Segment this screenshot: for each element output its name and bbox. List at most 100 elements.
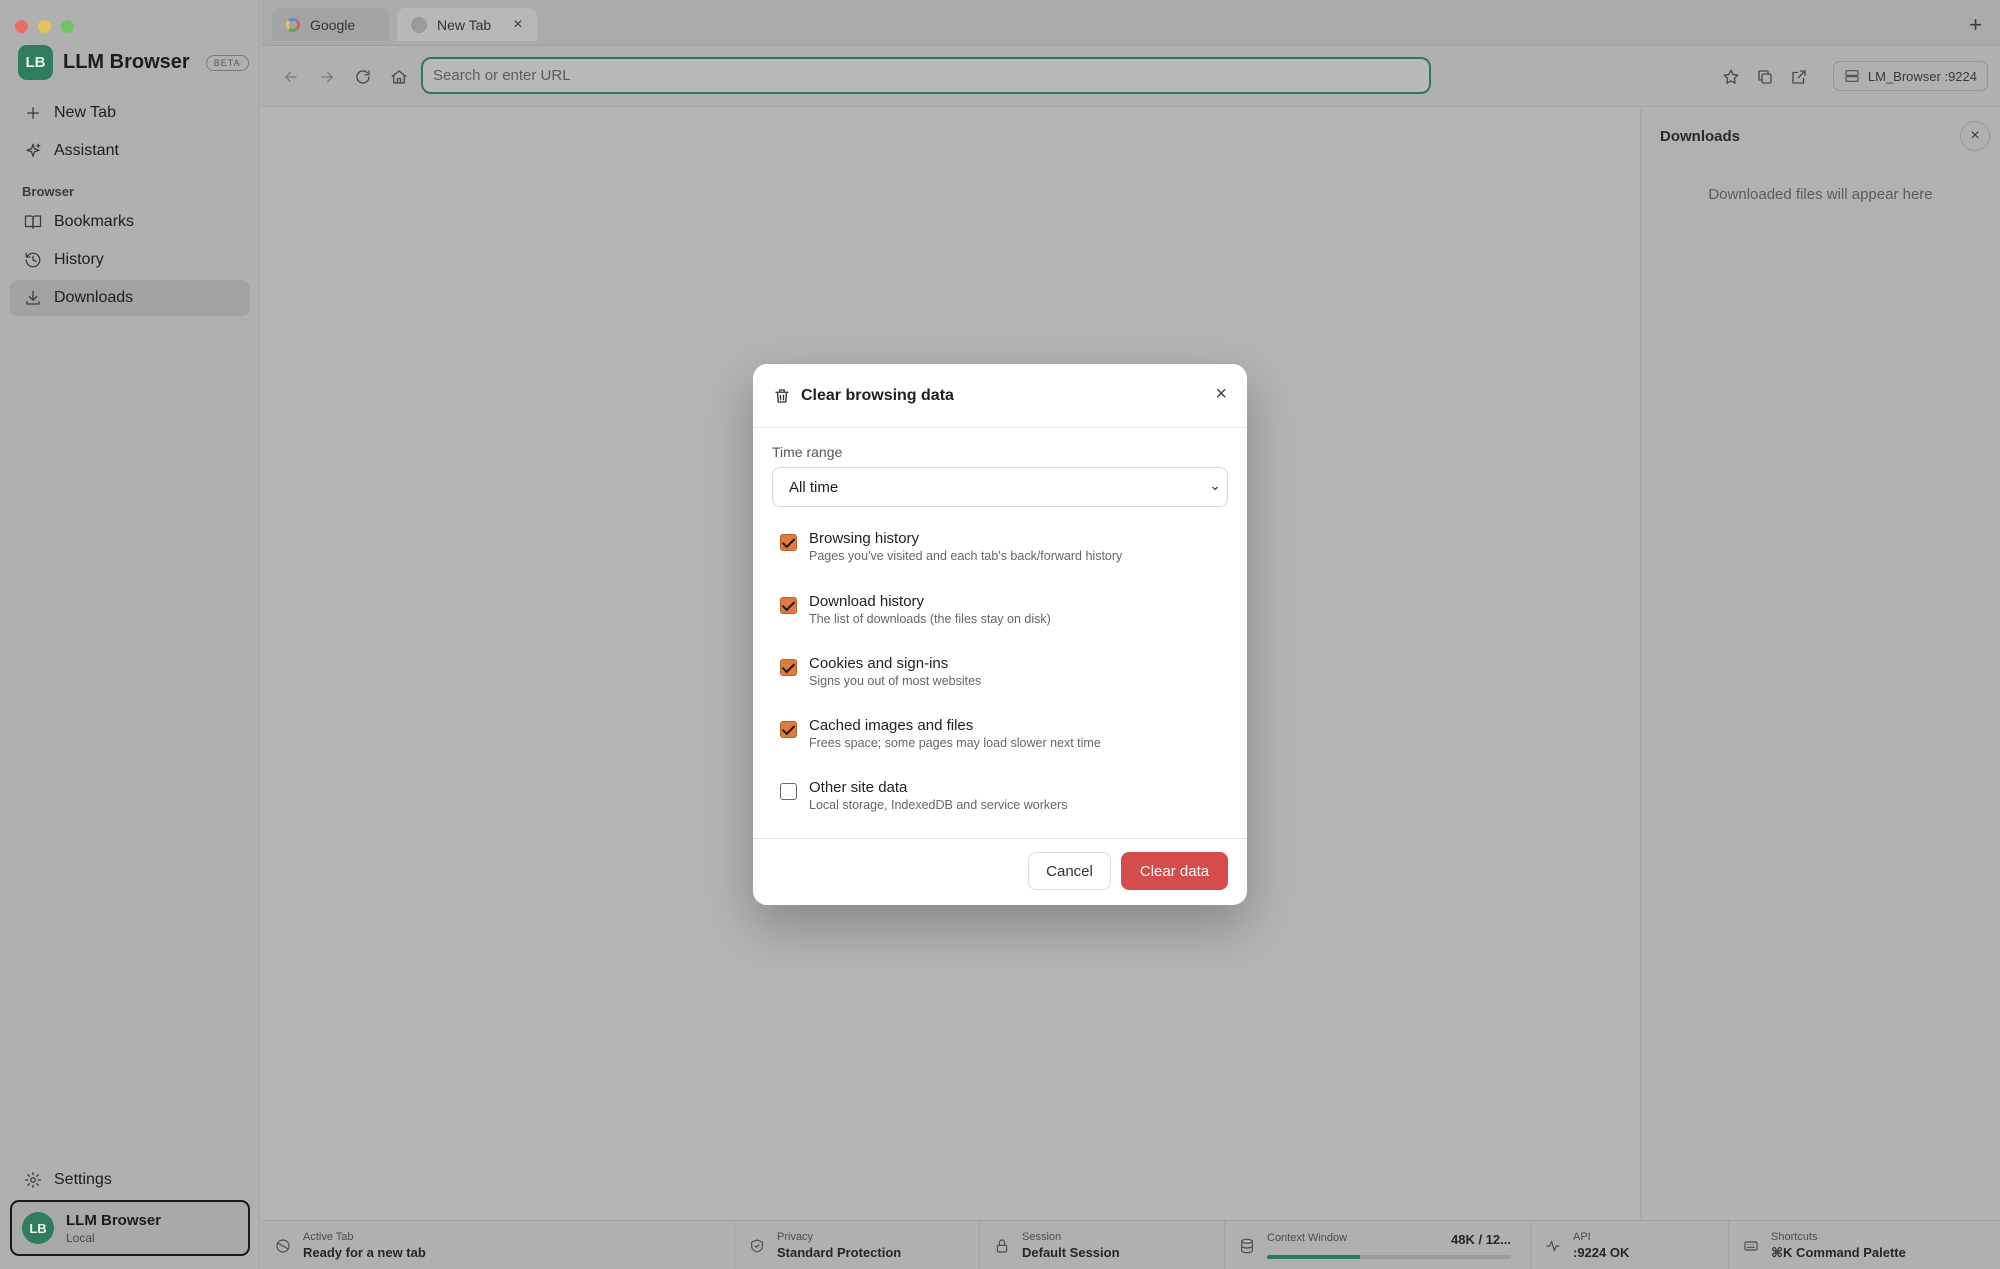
clear-data-button[interactable]: Clear data <box>1121 852 1228 890</box>
duplicate-tab-button[interactable] <box>1754 66 1776 88</box>
open-external-button[interactable] <box>1788 66 1810 88</box>
reload-button[interactable] <box>352 66 374 88</box>
sparkle-icon <box>26 143 41 157</box>
sidebar-item-settings[interactable]: Settings <box>10 1162 250 1198</box>
shield-icon <box>751 1238 763 1253</box>
status-bar: Active Tab Ready for a new tab Privacy S… <box>261 1220 2000 1269</box>
context-progress-fill <box>1267 1255 1360 1259</box>
option-download-history[interactable]: Download history The list of downloads (… <box>780 593 1220 626</box>
status-value: :9224 OK <box>1573 1245 1630 1260</box>
dialog-footer: Cancel Clear data <box>753 838 1247 905</box>
sidebar-item-label: Assistant <box>54 142 119 159</box>
time-range-value: All time <box>789 478 839 496</box>
user-subtitle: Local <box>66 1230 95 1245</box>
status-value: Ready for a new tab <box>303 1245 426 1260</box>
sidebar-item-history[interactable]: History <box>10 242 250 278</box>
star-icon <box>1723 69 1739 84</box>
minimize-window-button[interactable] <box>38 20 51 33</box>
globe-icon <box>276 1238 290 1253</box>
server-icon <box>1845 70 1859 82</box>
sidebar: LB LLM Browser BETA New Tab Assistant Br… <box>0 0 260 1269</box>
tab-label: New Tab <box>437 16 492 33</box>
tab-new-tab[interactable]: New Tab × <box>397 8 537 41</box>
context-progress-bar <box>1267 1255 1511 1259</box>
lock-icon <box>996 1239 1008 1253</box>
status-label: API <box>1573 1231 1591 1243</box>
sidebar-item-label: New Tab <box>54 104 116 121</box>
status-label: Context Window <box>1267 1232 1348 1244</box>
option-description: Frees space; some pages may load slower … <box>809 736 1101 750</box>
arrow-right-icon <box>321 71 333 83</box>
history-icon <box>25 252 41 268</box>
back-button[interactable] <box>280 66 302 88</box>
dialog-close-icon[interactable]: × <box>1215 384 1227 404</box>
option-title: Other site data <box>809 779 908 796</box>
checkbox[interactable] <box>780 597 797 614</box>
close-tab-icon[interactable]: × <box>513 16 522 34</box>
home-button[interactable] <box>388 66 410 88</box>
activity-icon <box>1546 1240 1560 1251</box>
sidebar-item-new-tab[interactable]: New Tab <box>10 95 250 131</box>
database-icon <box>1241 1238 1253 1253</box>
avatar: LB <box>22 1212 54 1244</box>
sidebar-item-label: Downloads <box>54 289 134 306</box>
cancel-button[interactable]: Cancel <box>1028 852 1111 890</box>
app-name: LLM Browser <box>63 51 190 73</box>
download-icon <box>26 290 40 305</box>
plus-icon <box>27 107 39 119</box>
option-cached-images[interactable]: Cached images and files Frees space; som… <box>780 717 1220 750</box>
sidebar-item-label: Bookmarks <box>54 213 135 230</box>
time-range-select[interactable]: All time ⌄ <box>772 467 1228 507</box>
close-window-button[interactable] <box>15 20 28 33</box>
checkbox[interactable] <box>780 659 797 676</box>
downloads-empty-message: Downloaded files will appear here <box>1708 186 1933 203</box>
clear-browsing-data-dialog: Clear browsing data × Time range All tim… <box>753 364 1247 905</box>
keyboard-icon <box>1744 1240 1758 1251</box>
checkbox[interactable] <box>780 721 797 738</box>
zoom-window-button[interactable] <box>61 20 74 33</box>
checkbox[interactable] <box>780 534 797 551</box>
close-panel-button[interactable]: × <box>1960 121 1990 151</box>
status-shortcuts[interactable]: Shortcuts ⌘K Command Palette <box>1729 1221 2000 1269</box>
sidebar-item-downloads[interactable]: Downloads <box>10 280 250 316</box>
status-value: ⌘K Command Palette <box>1771 1244 1906 1260</box>
status-privacy: Privacy Standard Protection <box>735 1221 980 1269</box>
tab-label: Google <box>310 16 356 33</box>
user-name: LLM Browser <box>66 1211 162 1229</box>
sidebar-item-bookmarks[interactable]: Bookmarks <box>10 204 250 240</box>
status-label: Shortcuts <box>1771 1230 1818 1243</box>
dialog-title: Clear browsing data <box>801 386 954 404</box>
sidebar-item-assistant[interactable]: Assistant <box>10 133 250 169</box>
status-active-tab: Active Tab Ready for a new tab <box>261 1221 735 1269</box>
copy-icon <box>1758 70 1772 84</box>
option-browsing-history[interactable]: Browsing history Pages you've visited an… <box>780 530 1220 563</box>
google-icon <box>286 17 300 32</box>
status-label: Session <box>1022 1231 1062 1243</box>
arrow-left-icon <box>285 71 297 83</box>
toolbar: LM_Browser :9224 <box>261 47 2000 107</box>
forward-button[interactable] <box>316 66 338 88</box>
option-cookies[interactable]: Cookies and sign-ins Signs you out of mo… <box>780 655 1220 688</box>
context-usage-value: 48K / 12... <box>1451 1232 1511 1247</box>
option-description: Signs you out of most websites <box>809 674 982 688</box>
bookmark-star-button[interactable] <box>1720 66 1742 88</box>
tab-google[interactable]: Google <box>272 8 389 41</box>
downloads-panel: Downloads × Downloaded files will appear… <box>1640 108 2000 1220</box>
sidebar-item-label: Settings <box>54 1171 112 1188</box>
user-profile-card[interactable]: LB LLM Browser Local <box>10 1200 250 1256</box>
app-logo: LB <box>18 45 53 80</box>
server-status-chip[interactable]: LM_Browser :9224 <box>1832 61 1988 91</box>
sidebar-section-label: Browser <box>22 184 75 199</box>
option-other-site-data[interactable]: Other site data Local storage, IndexedDB… <box>780 779 1220 812</box>
window-controls <box>15 20 74 33</box>
external-link-icon <box>1792 70 1806 84</box>
downloads-panel-title: Downloads <box>1660 128 1741 145</box>
status-value: Standard Protection <box>777 1245 902 1260</box>
checkbox[interactable] <box>780 783 797 800</box>
reload-icon <box>356 70 370 84</box>
url-input[interactable] <box>421 57 1431 94</box>
brand: LB LLM Browser BETA <box>18 45 249 80</box>
chevron-down-icon: ⌄ <box>1209 477 1221 493</box>
new-tab-plus-icon[interactable]: + <box>1969 12 1982 38</box>
blank-page-icon <box>411 16 427 33</box>
